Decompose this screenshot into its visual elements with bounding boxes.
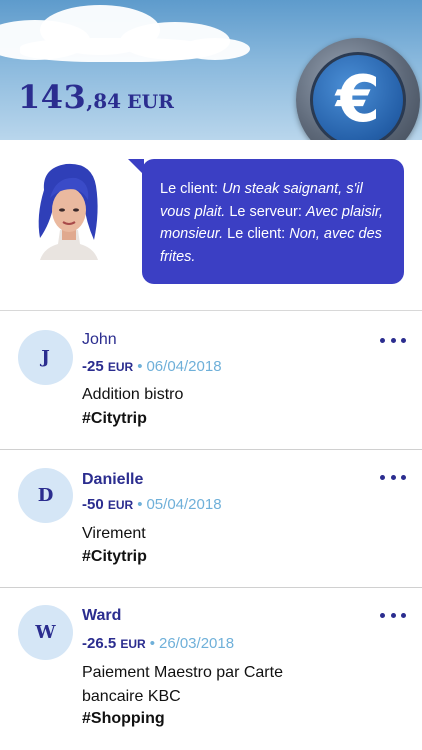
transaction-date: 05/04/2018 — [146, 496, 222, 513]
transaction-currency: EUR — [107, 498, 134, 512]
transaction-item[interactable]: W Ward -26.5 EUR • 26/03/2018 Paiement Mae… — [0, 588, 422, 750]
transaction-tag[interactable]: #Shopping — [82, 710, 165, 728]
balance-amount: 143,84 EUR — [18, 78, 174, 116]
speech-text-4: Le client: — [223, 226, 290, 242]
speech-bubble-tail — [128, 159, 144, 175]
woman-avatar — [38, 163, 98, 260]
meta-separator: • — [137, 358, 143, 375]
dialogue-section: Le client: Un steak saignant, s'il vous … — [0, 140, 422, 311]
speech-bubble: Le client: Un steak saignant, s'il vous … — [128, 159, 404, 284]
transaction-amount: -26.5 — [82, 635, 117, 652]
meta-separator: • — [149, 635, 155, 652]
meta-separator: • — [137, 496, 143, 513]
speech-text-2: Le serveur: — [225, 203, 306, 220]
euro-symbol: € — [310, 52, 406, 140]
contact-avatar: J — [18, 330, 73, 385]
balance-integer: 143 — [18, 78, 87, 116]
transaction-tag[interactable]: #Citytrip — [82, 410, 147, 428]
contact-avatar: W — [18, 605, 73, 660]
transaction-amount: -25 — [82, 358, 104, 375]
balance-decimal: ,84 — [86, 89, 122, 113]
cloud-decoration — [20, 38, 210, 62]
transaction-description: Addition bistro — [82, 386, 184, 403]
transaction-description: Virement — [82, 525, 146, 542]
transaction-currency: EUR — [120, 637, 146, 651]
transaction-amount: -50 — [82, 496, 104, 513]
more-options-icon[interactable] — [380, 333, 406, 347]
transaction-meta: -26.5 EUR • 26/03/2018 — [82, 635, 234, 652]
transaction-description: Paiement Maestro par Carte bancaire KBC — [82, 664, 283, 705]
more-options-icon[interactable] — [380, 470, 406, 484]
euro-coin-icon[interactable]: € — [296, 38, 420, 140]
transaction-date: 06/04/2018 — [146, 358, 222, 375]
transaction-currency: EUR — [107, 360, 134, 374]
transaction-meta: -25 EUR • 06/04/2018 — [82, 358, 222, 375]
speech-text-0: Le client: — [160, 181, 223, 197]
contact-name: Danielle — [82, 471, 144, 488]
contact-avatar: D — [18, 468, 73, 523]
transaction-item[interactable]: J John -25 EUR • 06/04/2018 Addition bistr… — [0, 311, 422, 450]
more-options-icon[interactable] — [380, 608, 406, 622]
contact-name: Ward — [82, 607, 122, 624]
balance-header: 143,84 EUR € — [0, 0, 422, 140]
transaction-item[interactable]: D Danielle -50 EUR • 05/04/2018 Virement #… — [0, 450, 422, 588]
contact-name: John — [82, 331, 117, 348]
transaction-date: 26/03/2018 — [158, 635, 235, 652]
transaction-tag[interactable]: #Citytrip — [82, 548, 147, 566]
balance-currency: EUR — [127, 91, 174, 113]
transaction-meta: -50 EUR • 05/04/2018 — [82, 496, 222, 513]
